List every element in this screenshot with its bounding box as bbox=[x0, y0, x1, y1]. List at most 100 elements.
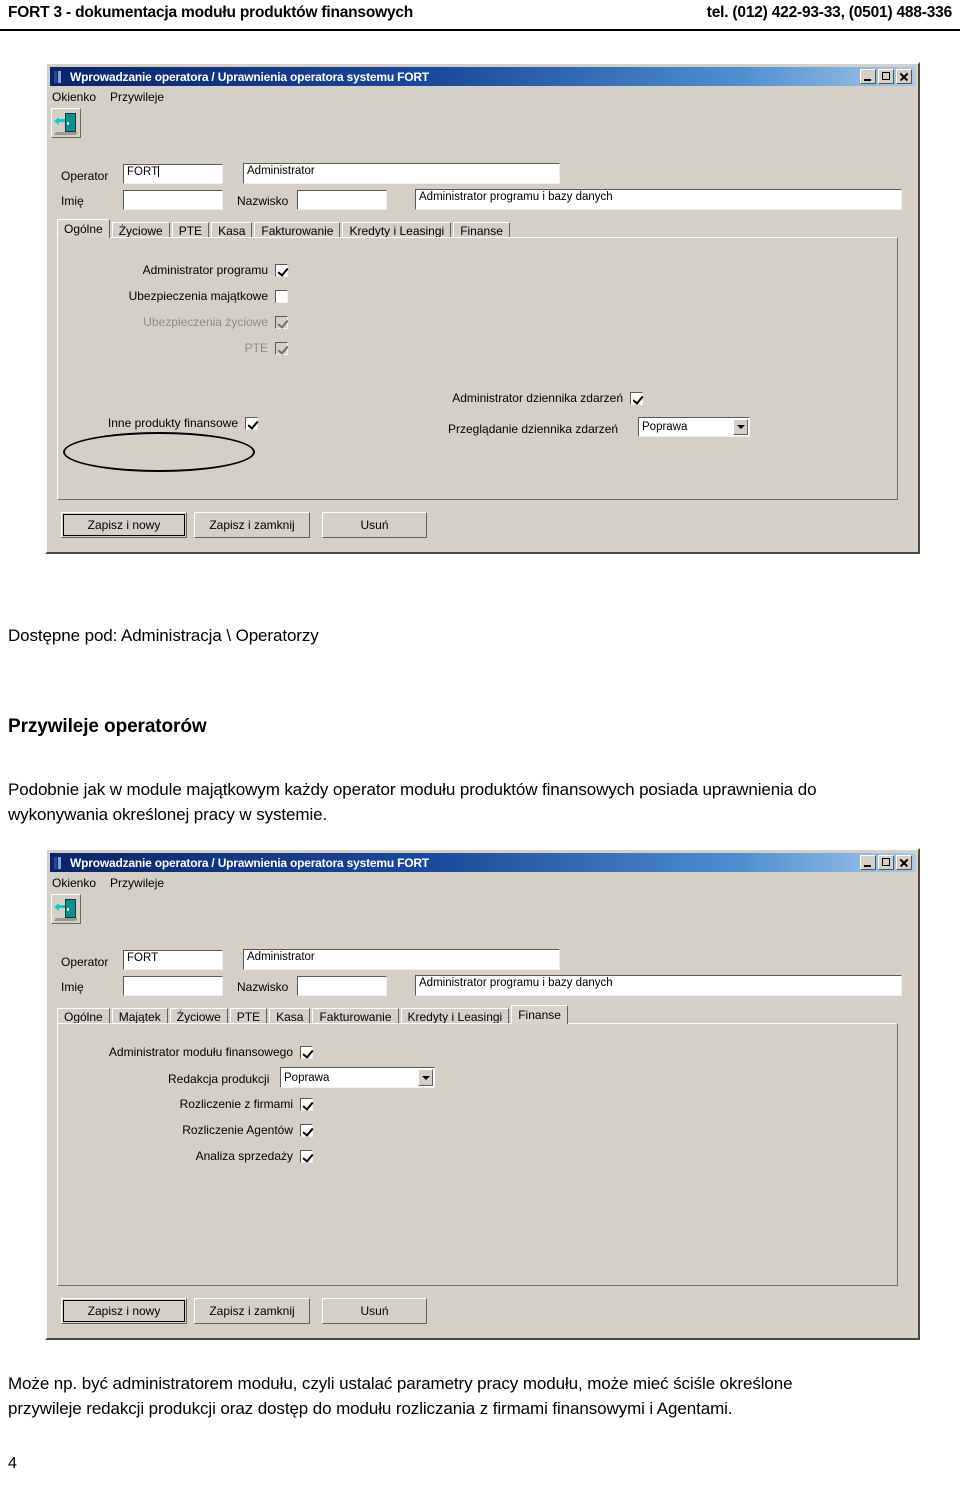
imie-label-2: Imię bbox=[61, 980, 84, 994]
paragraph-1-line-1: Podobnie jak w module majątkowym każdy o… bbox=[8, 780, 817, 799]
section-heading: Przywileje operatorów bbox=[8, 716, 207, 737]
menubar-1: Okienko Przywileje bbox=[52, 88, 164, 106]
description-input-2[interactable]: Administrator programu i bazy danych bbox=[415, 975, 902, 996]
chevron-down-icon[interactable] bbox=[733, 419, 748, 435]
toolbar-1 bbox=[51, 108, 81, 140]
menu-przywileje[interactable]: Przywileje bbox=[110, 90, 164, 104]
window-controls-1 bbox=[860, 69, 912, 84]
check-label: Rozliczenie z firmami bbox=[179, 1097, 293, 1111]
menu-przywileje[interactable]: Przywileje bbox=[110, 876, 164, 890]
close-button[interactable] bbox=[896, 69, 912, 84]
paragraph-2-line-2: przywileje redakcji produkcji oraz dostę… bbox=[8, 1399, 733, 1418]
paragraph-2-line-1: Może np. być administratorem modułu, czy… bbox=[8, 1374, 793, 1393]
check-inne-produkty-finansowe[interactable]: Inne produkty finansowe bbox=[73, 416, 258, 430]
combo-value: Poprawa bbox=[284, 1071, 330, 1084]
check-rozliczenie-agentow[interactable]: Rozliczenie Agentów bbox=[58, 1123, 313, 1137]
tab-finanse-2[interactable]: Finanse bbox=[511, 1005, 568, 1024]
checkbox-input[interactable] bbox=[275, 289, 288, 303]
check-analiza-sprzedazy[interactable]: Analiza sprzedaży bbox=[58, 1149, 313, 1163]
operator-code-input-1[interactable]: FORT bbox=[123, 164, 223, 184]
minimize-button[interactable] bbox=[860, 69, 876, 84]
checkbox-input[interactable] bbox=[300, 1123, 313, 1137]
dialog-window-1: Wprowadzanie operatora / Uprawnienia ope… bbox=[45, 62, 920, 554]
combo-przegladanie-dziennika-zdarzen[interactable]: Poprawa bbox=[638, 417, 750, 437]
checkbox-input[interactable] bbox=[630, 391, 643, 405]
check-label: PTE bbox=[244, 341, 268, 355]
page-number: 4 bbox=[8, 1455, 17, 1472]
button-usun-2[interactable]: Usuń bbox=[322, 1298, 427, 1324]
nazwisko-label-2: Nazwisko bbox=[237, 980, 289, 994]
button-zapisz-i-nowy-2[interactable]: Zapisz i nowy bbox=[61, 1298, 187, 1324]
check-ubezpieczenia-zyciowe: Ubezpieczenia życiowe bbox=[58, 315, 288, 329]
header-left-text: FORT 3 - dokumentacja modułu produktów f… bbox=[8, 4, 414, 21]
window-controls-2 bbox=[860, 855, 912, 870]
check-administrator-dziennika-zdarzen[interactable]: Administrator dziennika zdarzeń bbox=[448, 391, 643, 405]
nazwisko-input-2[interactable] bbox=[297, 976, 387, 996]
imie-input-2[interactable] bbox=[123, 976, 223, 996]
maximize-button[interactable] bbox=[878, 855, 894, 870]
header-right-text: tel. (012) 422-93-33, (0501) 488-336 bbox=[706, 4, 952, 21]
maximize-button[interactable] bbox=[878, 69, 894, 84]
combo-value: Poprawa bbox=[642, 421, 688, 433]
check-label: Analiza sprzedaży bbox=[195, 1149, 293, 1163]
exit-toolbar-button[interactable] bbox=[51, 894, 81, 924]
checkbox-input bbox=[275, 341, 288, 355]
check-label: Administrator modułu finansowego bbox=[108, 1045, 293, 1059]
checkbox-input[interactable] bbox=[300, 1045, 313, 1059]
checkbox-input[interactable] bbox=[300, 1097, 313, 1111]
imie-input-1[interactable] bbox=[123, 190, 223, 210]
operator-name-input-2[interactable]: Administrator bbox=[243, 949, 560, 970]
operator-label-1: Operator bbox=[61, 169, 109, 183]
button-zapisz-i-zamknij-2[interactable]: Zapisz i zamknij bbox=[194, 1298, 310, 1324]
checkbox-input[interactable] bbox=[275, 263, 288, 277]
checkbox-input[interactable] bbox=[245, 416, 258, 430]
close-button[interactable] bbox=[896, 855, 912, 870]
operator-label-2: Operator bbox=[61, 955, 109, 969]
text-available-at: Dostępne pod: Administracja \ Operatorzy bbox=[8, 626, 319, 645]
check-label: Ubezpieczenia majątkowe bbox=[128, 289, 268, 303]
check-rozliczenie-z-firmami[interactable]: Rozliczenie z firmami bbox=[58, 1097, 313, 1111]
exit-toolbar-button[interactable] bbox=[51, 108, 81, 138]
check-label: Inne produkty finansowe bbox=[107, 416, 238, 430]
dialog-window-2: Wprowadzanie operatora / Uprawnienia ope… bbox=[45, 848, 920, 1340]
button-usun-1[interactable]: Usuń bbox=[322, 512, 427, 538]
button-zapisz-i-zamknij-1[interactable]: Zapisz i zamknij bbox=[194, 512, 310, 538]
check-administrator-programu[interactable]: Administrator programu bbox=[58, 263, 288, 277]
checkbox-input bbox=[275, 315, 288, 329]
tabpanel-finanse-2: Administrator modułu finansowego Redakcj… bbox=[57, 1023, 898, 1286]
window-title-1: Wprowadzanie operatora / Uprawnienia ope… bbox=[70, 69, 429, 84]
description-input-1[interactable]: Administrator programu i bazy danych bbox=[415, 189, 902, 210]
check-label: Ubezpieczenia życiowe bbox=[143, 315, 268, 329]
titlebar-2[interactable]: Wprowadzanie operatora / Uprawnienia ope… bbox=[50, 853, 915, 872]
check-pte: PTE bbox=[58, 341, 288, 355]
tabstrip-2: Ogólne Majątek Życiowe PTE Kasa Fakturow… bbox=[57, 1005, 570, 1025]
paragraph-1-line-2: wykonywania określonej pracy w systemie. bbox=[8, 805, 328, 824]
tabstrip-1: Ogólne Życiowe PTE Kasa Fakturowanie Kre… bbox=[57, 219, 512, 239]
operator-name-input-1[interactable]: Administrator bbox=[243, 163, 560, 184]
checkbox-input[interactable] bbox=[300, 1149, 313, 1163]
tabpanel-ogolne-1: Administrator programu Ubezpieczenia maj… bbox=[57, 237, 898, 500]
titlebar-1[interactable]: Wprowadzanie operatora / Uprawnienia ope… bbox=[50, 67, 915, 86]
tab-ogolne-1[interactable]: Ogólne bbox=[57, 219, 110, 238]
combo-redakcja-produkcji[interactable]: Poprawa bbox=[280, 1067, 435, 1088]
operator-code-input-2[interactable]: FORT bbox=[123, 950, 223, 970]
app-icon bbox=[52, 70, 66, 84]
check-label: Administrator programu bbox=[142, 263, 268, 277]
app-icon bbox=[52, 856, 66, 870]
check-administrator-modulu-finansowego[interactable]: Administrator modułu finansowego bbox=[58, 1045, 313, 1059]
minimize-button[interactable] bbox=[860, 855, 876, 870]
page-header: FORT 3 - dokumentacja modułu produktów f… bbox=[0, 0, 960, 34]
header-divider bbox=[0, 29, 960, 31]
label-redakcja-produkcji: Redakcja produkcji bbox=[168, 1072, 270, 1086]
check-ubezpieczenia-majatkowe[interactable]: Ubezpieczenia majątkowe bbox=[58, 289, 288, 303]
nazwisko-input-1[interactable] bbox=[297, 190, 387, 210]
menu-okienko[interactable]: Okienko bbox=[52, 90, 96, 104]
window-title-2: Wprowadzanie operatora / Uprawnienia ope… bbox=[70, 855, 429, 870]
button-zapisz-i-nowy-1[interactable]: Zapisz i nowy bbox=[61, 512, 187, 538]
toolbar-2 bbox=[51, 894, 81, 926]
menubar-2: Okienko Przywileje bbox=[52, 874, 164, 892]
menu-okienko[interactable]: Okienko bbox=[52, 876, 96, 890]
chevron-down-icon[interactable] bbox=[418, 1069, 433, 1086]
check-label: Rozliczenie Agentów bbox=[182, 1123, 293, 1137]
check-label: Administrator dziennika zdarzeń bbox=[452, 391, 623, 405]
